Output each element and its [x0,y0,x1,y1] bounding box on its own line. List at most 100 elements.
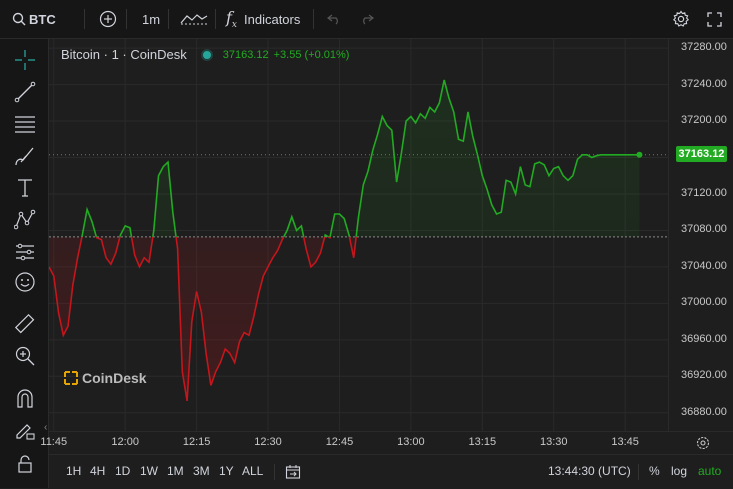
price-axis[interactable]: 37280.0037240.0037200.0037160.0037120.00… [668,39,733,431]
y-tick-label: 36920.00 [681,369,727,382]
last-price-label: 37163.12 [676,146,727,162]
symbol-search[interactable]: BTC [12,0,56,38]
fullscreen-icon [707,11,722,27]
divider [274,464,275,480]
divider [638,464,639,480]
range-1y[interactable]: 1Y [219,464,234,478]
interval-label: 1m [142,11,161,27]
redo-button[interactable] [360,0,374,38]
drawing-toolbar: ‹ [0,39,49,488]
x-tick-label: 13:30 [539,436,568,448]
plus-circle-icon [99,10,117,28]
zoom-tool[interactable] [12,343,38,369]
coindesk-watermark: CoinDesk [64,370,147,386]
x-tick-label: 11:45 [40,436,68,448]
clock-time[interactable]: 13:44:30 (UTC) [548,464,631,478]
gear-icon [672,10,690,27]
divider [84,9,85,29]
undo-icon [327,14,338,25]
horizontal-lines-icon [15,116,35,133]
calendar-icon[interactable] [285,464,301,480]
range-1d[interactable]: 1D [115,464,130,478]
fx-icon: fx [226,7,237,31]
range-all[interactable]: ALL [242,464,263,478]
x-tick-label: 13:15 [468,436,497,448]
text-icon [18,179,32,197]
brush-icon [15,147,34,166]
y-tick-label: 37200.00 [681,114,727,127]
prediction-tool[interactable] [12,239,38,265]
fullscreen-button[interactable] [707,0,722,38]
magnet-tool[interactable] [12,385,38,411]
market-status-icon [202,50,211,59]
legend-last-value: 37163.12 [222,48,269,61]
interval-button[interactable]: 1m [142,0,160,38]
indicators-label: Indicators [244,11,301,27]
y-tick-label: 37120.00 [681,186,727,199]
chart-type-button[interactable] [180,0,208,38]
collapse-toolbar-icon[interactable]: ‹ [44,422,47,433]
text-tool[interactable] [12,175,38,201]
coindesk-logo-icon [64,371,78,385]
divider [313,9,314,29]
x-tick-label: 13:45 [611,436,639,448]
axis-settings-icon[interactable] [696,436,710,450]
smiley-icon [15,272,35,292]
x-tick-label: 12:15 [182,436,211,448]
sliders-icon [16,243,34,261]
bottom-toolbar: 1H 4H 1D 1W 1M 3M 1Y ALL 13:44:30 (UTC) … [49,454,733,489]
divider [215,9,216,29]
x-tick-label: 13:00 [397,436,425,448]
icon-tool[interactable] [12,269,38,295]
x-tick-label: 12:45 [325,436,354,448]
lock-icon [18,455,32,473]
legend-change: +3.55 (+0.01%) [273,48,350,61]
area-chart-icon [180,14,208,25]
x-tick-label: 12:00 [111,436,139,448]
divider [168,9,169,29]
range-3m[interactable]: 3M [193,464,210,478]
range-4h[interactable]: 4H [90,464,105,478]
undo-button[interactable] [327,0,341,38]
chart-legend: Bitcoin · 1 · CoinDesk 37163.12 +3.55 (+… [61,47,349,62]
lock-tool[interactable] [12,451,38,477]
measure-tool[interactable] [12,311,38,337]
y-tick-label: 37040.00 [681,259,727,272]
crosshair-icon [15,50,35,70]
y-tick-label: 37000.00 [681,296,727,309]
last-point-marker [636,151,643,158]
pattern-tool[interactable] [12,207,38,233]
magnet-icon [17,389,33,408]
y-tick-label: 36880.00 [681,405,727,418]
brush-tool[interactable] [12,143,38,169]
zoom-in-icon [15,346,35,366]
divider [126,9,127,29]
legend-title: Bitcoin · 1 · CoinDesk [61,47,187,62]
pattern-icon [14,209,36,230]
pencil-lock-icon [16,424,35,440]
y-tick-label: 36960.00 [681,332,727,345]
indicators-button[interactable]: fx Indicators [226,0,300,38]
range-1h[interactable]: 1H [66,464,81,478]
settings-button[interactable] [672,0,690,38]
ruler-icon [14,313,35,334]
compare-symbol-button[interactable] [99,0,117,38]
search-icon [12,12,26,26]
trend-line-tool[interactable] [12,79,38,105]
range-1w[interactable]: 1W [140,464,158,478]
redo-icon [363,14,374,25]
trend-line-icon [14,81,36,103]
crosshair-tool[interactable] [12,47,38,73]
lock-drawings-tool[interactable] [12,417,38,443]
time-axis[interactable]: 11:45 12:00 12:15 12:30 12:45 13:00 13:15 13:30… [40,431,733,454]
symbol-label: BTC [29,11,56,27]
y-tick-label: 37280.00 [681,41,727,54]
x-tick-label: 12:30 [254,436,282,448]
range-1m[interactable]: 1M [167,464,184,478]
percent-scale-toggle[interactable]: % [649,464,660,478]
log-scale-toggle[interactable]: log [671,464,687,478]
fib-tool[interactable] [12,111,38,137]
auto-scale-toggle[interactable]: auto [698,464,721,478]
y-tick-label: 37240.00 [681,77,727,90]
top-toolbar: BTC 1m fx Indicators [0,0,733,39]
